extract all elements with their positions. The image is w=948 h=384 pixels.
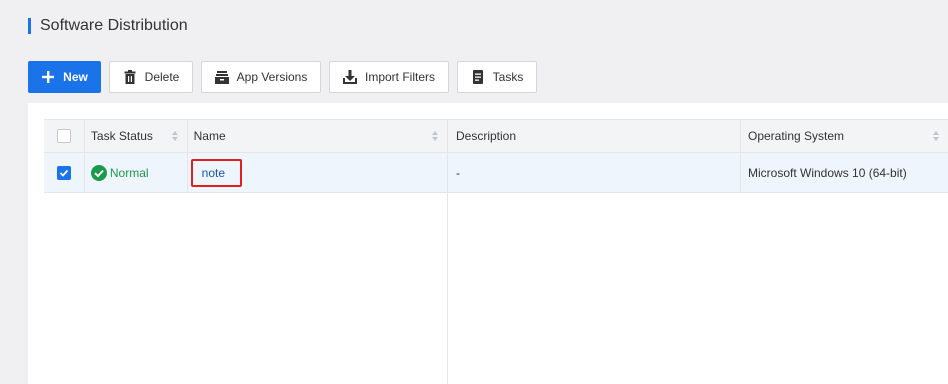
check-circle-icon — [90, 164, 107, 181]
import-filters-button[interactable]: Import Filters — [329, 61, 449, 93]
checkmark-icon — [59, 169, 69, 177]
sort-icon[interactable] — [171, 130, 179, 142]
table-fixed-columns: Task Status Name Normal note — [44, 119, 448, 384]
operating-system-cell: Microsoft Windows 10 (64-bit) — [741, 153, 948, 192]
name-link[interactable]: note — [190, 158, 242, 187]
status-badge: Normal — [90, 164, 149, 181]
column-header-name[interactable]: Name — [188, 120, 447, 152]
row-checkbox[interactable] — [56, 165, 71, 180]
delete-button[interactable]: Delete — [109, 61, 193, 93]
select-all-cell — [44, 120, 85, 152]
table-row[interactable]: - Microsoft Windows 10 (64-bit) — [448, 153, 948, 193]
app-versions-button[interactable]: App Versions — [201, 61, 321, 93]
delete-button-label: Delete — [144, 70, 180, 84]
page-header: Software Distribution — [28, 16, 188, 36]
sort-icon[interactable] — [431, 130, 439, 142]
plus-icon — [41, 70, 55, 84]
column-header-label: Task Status — [90, 129, 153, 143]
table-row[interactable]: Normal note — [44, 153, 447, 193]
operating-system-text: Microsoft Windows 10 (64-bit) — [748, 165, 907, 180]
task-status-cell: Normal — [85, 153, 188, 192]
sort-icon[interactable] — [932, 130, 940, 142]
name-cell: note — [188, 153, 447, 192]
table-header: Task Status Name — [44, 119, 447, 153]
toolbar: New Delete App Versions Import Filters T… — [28, 61, 545, 93]
document-icon — [471, 70, 485, 84]
content-panel: Task Status Name Normal note Description… — [28, 103, 948, 384]
title-accent-bar — [28, 18, 31, 34]
tasks-button[interactable]: Tasks — [457, 61, 537, 93]
new-button[interactable]: New — [28, 61, 101, 93]
description-text: - — [456, 165, 460, 180]
column-header-label: Name — [193, 129, 226, 143]
import-filters-button-label: Import Filters — [364, 70, 435, 84]
column-header-label: Description — [456, 129, 517, 143]
download-icon — [342, 70, 357, 84]
column-header-label: Operating System — [748, 129, 845, 143]
archive-icon — [214, 70, 229, 84]
page-title: Software Distribution — [40, 17, 188, 34]
table-scroll-columns: Description Operating System - Microsoft… — [448, 119, 948, 384]
status-text: Normal — [109, 165, 149, 180]
app-versions-button-label: App Versions — [236, 70, 308, 84]
trash-icon — [123, 70, 137, 84]
tasks-button-label: Tasks — [492, 70, 524, 84]
new-button-label: New — [63, 70, 88, 84]
select-all-checkbox[interactable] — [56, 129, 71, 143]
row-select-cell — [44, 153, 85, 192]
column-header-description[interactable]: Description — [448, 120, 741, 152]
column-header-operating-system[interactable]: Operating System — [741, 120, 948, 152]
table-header: Description Operating System — [448, 119, 948, 153]
column-header-task-status[interactable]: Task Status — [85, 120, 188, 152]
description-cell: - — [448, 153, 741, 192]
